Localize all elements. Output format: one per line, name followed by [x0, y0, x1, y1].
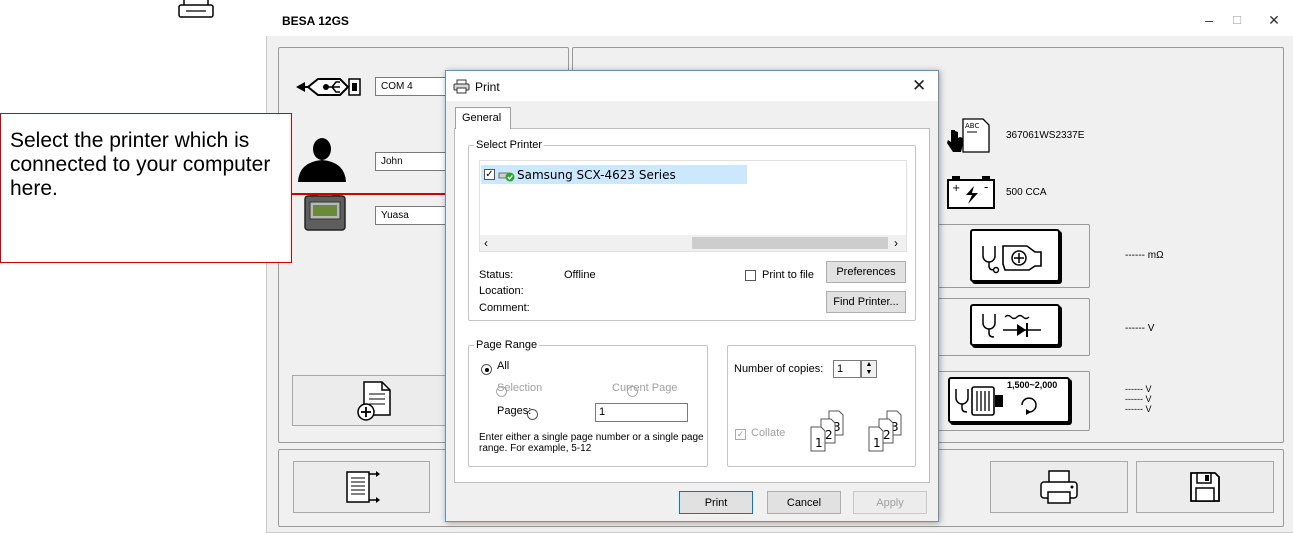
new-report-button[interactable] [292, 375, 460, 426]
cancel-button[interactable]: Cancel [767, 491, 841, 514]
starter-reading-3: ------ V [1125, 404, 1152, 414]
user-field[interactable]: John [375, 152, 447, 171]
starter-rpm-label: 1,500~2,000 [1007, 380, 1058, 390]
svg-text:2: 2 [883, 428, 891, 442]
close-button[interactable]: ✕ [1251, 8, 1293, 32]
pages-input[interactable]: 1 [595, 403, 688, 422]
serial-number-icon: ABC [947, 118, 990, 153]
find-printer-button[interactable]: Find Printer... [826, 291, 906, 313]
printer-checkbox[interactable]: ✓ [484, 169, 495, 180]
charging-test-button[interactable] [970, 304, 1060, 346]
page-range-legend: Page Range [474, 339, 540, 351]
printer-list[interactable]: ✓ Samsung SCX-4623 Series ‹ › [479, 160, 907, 252]
dialog-title: Print [475, 80, 500, 94]
copies-input[interactable]: 1 [833, 360, 861, 378]
scroll-right-arrow[interactable]: › [894, 236, 898, 250]
export-button[interactable] [293, 461, 430, 513]
dialog-titlebar [446, 71, 938, 101]
svg-text:1: 1 [815, 436, 823, 450]
all-label: All [497, 360, 510, 372]
battery-icon: + - [947, 176, 995, 209]
copies-label: Number of copies: [734, 363, 824, 375]
network-printer-icon [498, 172, 515, 181]
collate-checkbox[interactable]: ✓ [735, 429, 746, 440]
general-tab-panel: Select Printer ✓ Samsung SCX-4623 Series… [454, 128, 930, 483]
usb-icon [296, 78, 361, 96]
apply-button[interactable]: Apply [853, 491, 927, 514]
add-document-icon [357, 380, 391, 421]
page-range-hint: Enter either a single page number or a s… [479, 432, 704, 454]
status-value: Offline [564, 269, 596, 281]
svg-text:2: 2 [825, 428, 833, 442]
scroll-left-arrow[interactable]: ‹ [484, 236, 488, 250]
floppy-disk-icon [1190, 472, 1220, 502]
app-title: BESA 12GS [282, 14, 349, 28]
diode-diagnostic-icon [982, 314, 1041, 338]
print-button[interactable]: Print [679, 491, 753, 514]
cca-value: 500 CCA [1006, 187, 1047, 198]
serial-number-value: 367061WS2337E [1006, 130, 1085, 141]
svg-text:1: 1 [873, 436, 881, 450]
printer-name: Samsung SCX-4623 Series [517, 167, 676, 182]
status-label: Status: [479, 269, 514, 281]
printer-icon [1040, 470, 1078, 504]
starter-reading-2: ------ V [1125, 394, 1152, 404]
print-report-button[interactable] [990, 461, 1128, 513]
voltage-reading: ------ V [1125, 323, 1155, 334]
svg-text:+: + [952, 183, 960, 194]
battery-field[interactable]: Yuasa [375, 206, 447, 225]
current-page-label: Current Page [612, 382, 678, 394]
print-to-file-checkbox[interactable] [745, 270, 756, 281]
print-dialog: Print ✕ General Select Printer ✓ Samsung… [445, 70, 939, 522]
printer-icon [178, 0, 214, 18]
svg-text:-: - [984, 180, 988, 194]
copies-spinner[interactable]: ▲ ▼ [861, 360, 877, 378]
tab-general[interactable]: General [455, 107, 511, 129]
port-field[interactable]: COM 4 [375, 77, 447, 96]
print-to-file-label: Print to file [762, 269, 814, 281]
collate-pages-icon: 3 2 1 3 2 1 [810, 410, 902, 452]
select-printer-legend: Select Printer [474, 139, 545, 151]
export-list-icon [345, 471, 380, 503]
svg-text:ABC: ABC [965, 122, 979, 130]
app-titlebar [266, 6, 1293, 36]
starter-reading-1: ------ V [1125, 384, 1152, 394]
save-button[interactable] [1136, 461, 1274, 513]
preferences-button[interactable]: Preferences [826, 261, 906, 283]
pages-label: Pages: [497, 405, 532, 417]
resistance-reading: ------ mΩ [1125, 250, 1164, 261]
engine-diagnostic-icon [982, 244, 1042, 273]
selection-label: Selection [497, 382, 543, 394]
battery-test-button[interactable] [970, 229, 1060, 282]
printer-list-item[interactable]: ✓ Samsung SCX-4623 Series [481, 165, 747, 184]
comment-label: Comment: [479, 302, 530, 314]
collate-label: Collate [751, 427, 786, 439]
instruction-callout: Select the printer which is connected to… [0, 113, 292, 263]
dialog-close-button[interactable]: ✕ [912, 76, 926, 96]
all-radio[interactable] [481, 364, 492, 375]
user-icon [298, 138, 346, 182]
printer-icon [453, 79, 470, 94]
scrollbar-thumb[interactable] [692, 237, 888, 249]
location-label: Location: [479, 285, 524, 297]
